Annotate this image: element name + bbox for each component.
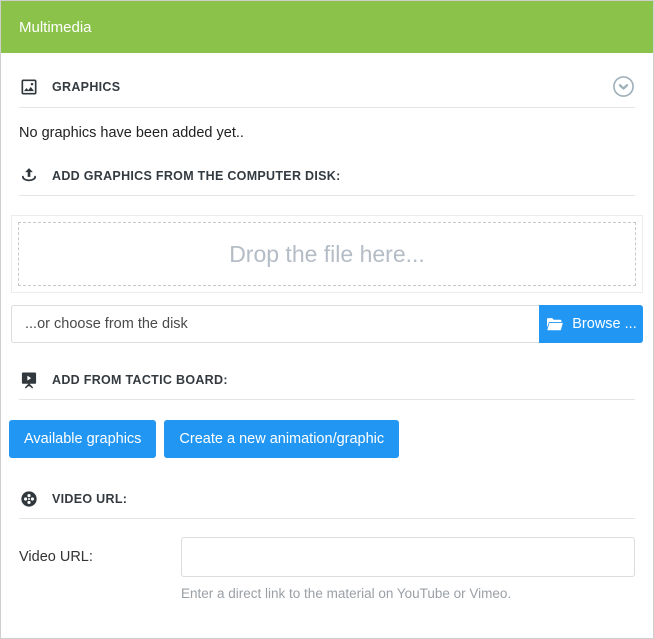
available-graphics-button[interactable]: Available graphics — [9, 420, 156, 458]
browse-button[interactable]: Browse ... — [539, 305, 643, 343]
chevron-down-circle-icon[interactable] — [612, 75, 635, 98]
graphics-section-title: GRAPHICS — [52, 80, 120, 94]
panel-title: Multimedia — [19, 19, 92, 36]
multimedia-panel: Multimedia GRAPHICS No graphics have bee… — [0, 0, 654, 639]
film-reel-icon — [19, 489, 39, 509]
create-animation-button[interactable]: Create a new animation/graphic — [164, 420, 399, 458]
graphics-section-header: GRAPHICS — [1, 75, 653, 98]
add-from-disk-header: ADD GRAPHICS FROM THE COMPUTER DISK: — [1, 166, 653, 186]
divider — [19, 399, 635, 400]
choose-file-row: Browse ... — [11, 305, 643, 343]
divider — [19, 195, 635, 196]
file-dropzone[interactable]: Drop the file here... — [11, 215, 643, 293]
folder-open-icon — [545, 315, 564, 334]
divider — [19, 107, 635, 108]
tactic-buttons-row: Available graphics Create a new animatio… — [9, 420, 645, 458]
tactic-board-icon — [19, 370, 39, 390]
panel-header: Multimedia — [1, 1, 653, 53]
add-from-tactic-header: ADD FROM TACTIC BOARD: — [1, 370, 653, 390]
divider — [19, 518, 635, 519]
video-url-input[interactable] — [181, 537, 635, 577]
dropzone-text: Drop the file here... — [229, 241, 425, 268]
choose-file-input[interactable] — [11, 305, 539, 343]
browse-button-label: Browse ... — [572, 316, 636, 332]
add-from-tactic-label: ADD FROM TACTIC BOARD: — [52, 373, 228, 387]
upload-icon — [19, 166, 39, 186]
video-url-header: VIDEO URL: — [1, 489, 653, 509]
video-url-label: Video URL: — [19, 549, 181, 565]
video-url-helper-text: Enter a direct link to the material on Y… — [181, 586, 635, 601]
video-url-row: Video URL: — [19, 537, 635, 577]
image-icon — [19, 77, 39, 97]
add-from-disk-label: ADD GRAPHICS FROM THE COMPUTER DISK: — [52, 169, 341, 183]
graphics-empty-message: No graphics have been added yet.. — [19, 125, 635, 141]
video-url-title: VIDEO URL: — [52, 492, 127, 506]
dropzone-inner: Drop the file here... — [18, 222, 636, 286]
